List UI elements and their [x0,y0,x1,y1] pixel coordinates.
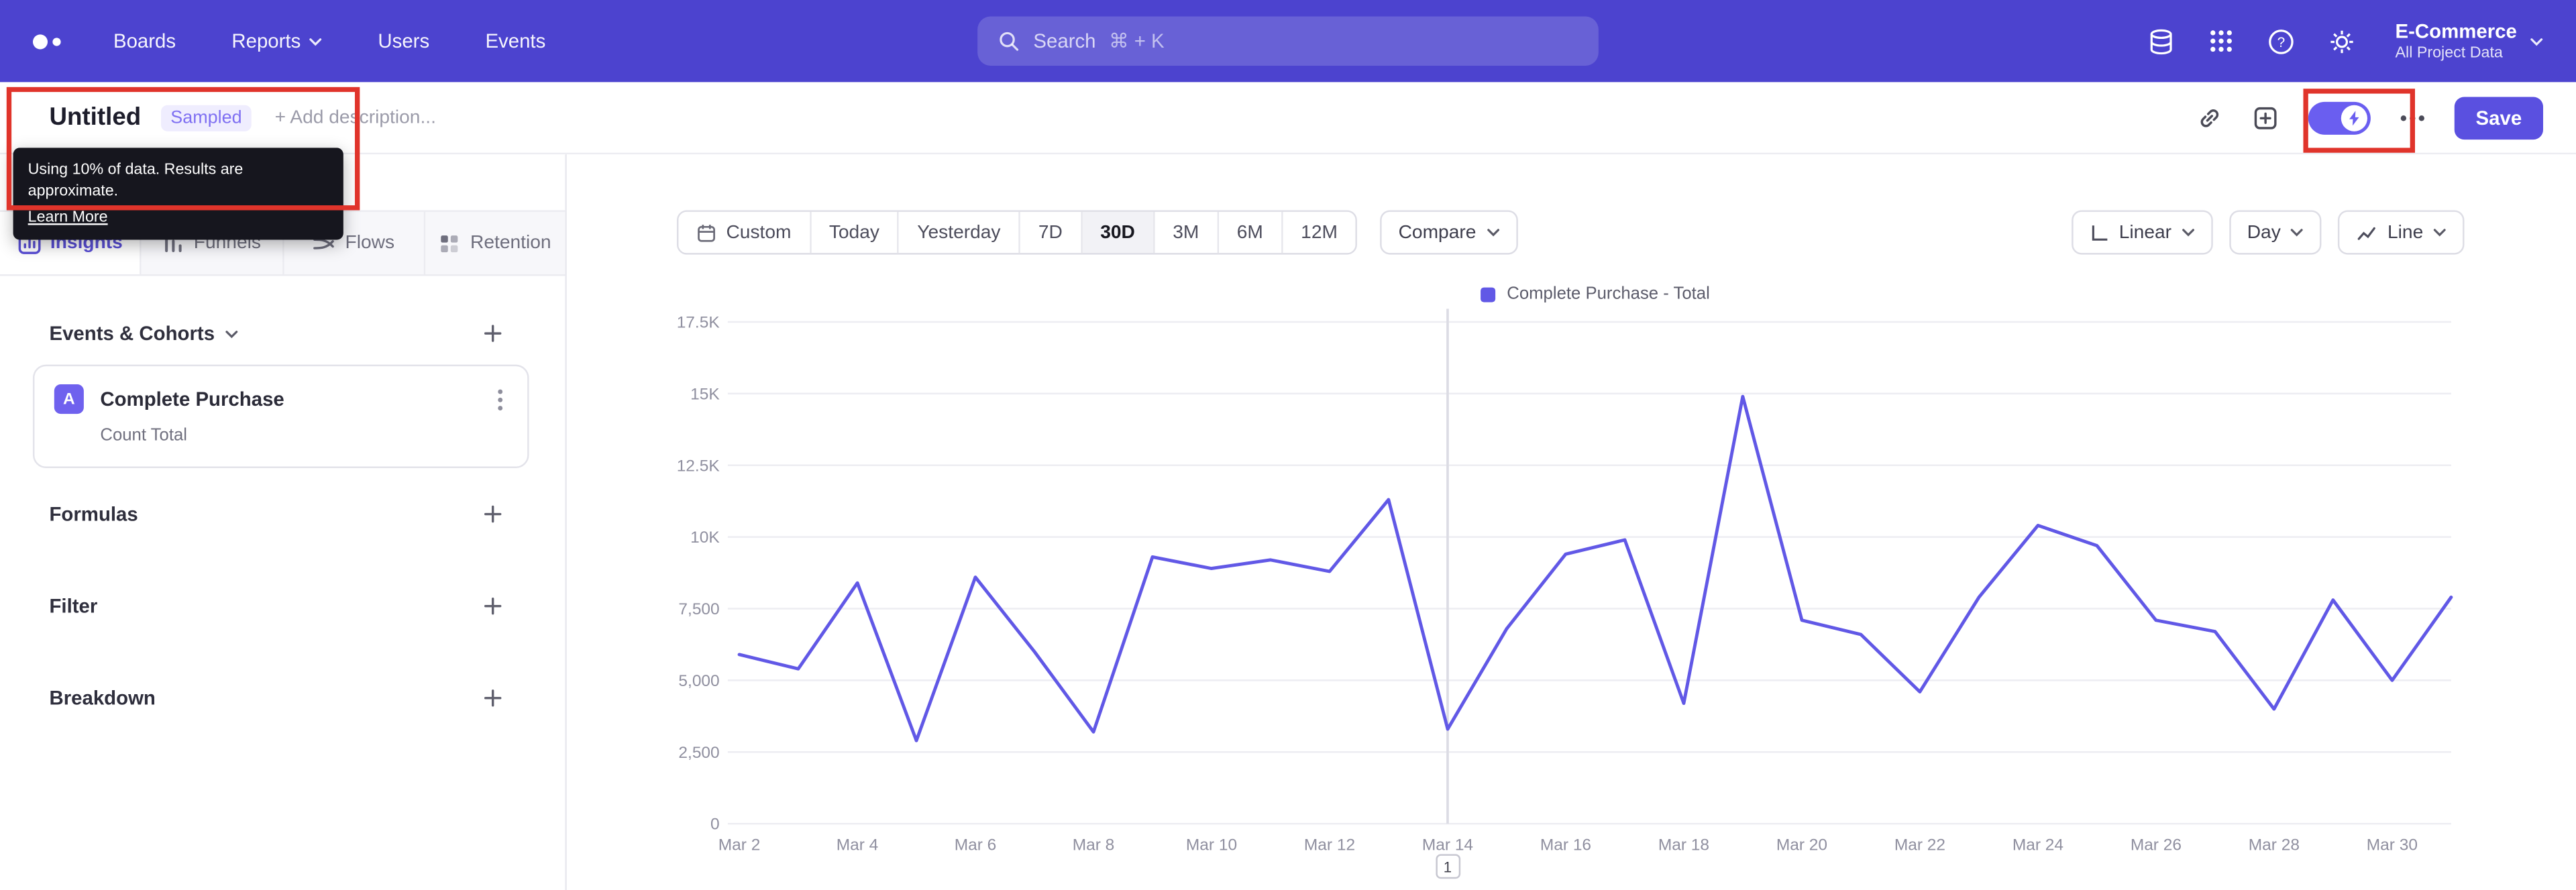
events-header-label: Events & Cohorts [49,322,215,345]
line-chart: 0 2,500 5,000 7,500 10K 12.5K 15K 17.5K Mar 2 Mar… [677,309,2453,854]
sampled-badge[interactable]: Sampled [160,104,252,131]
nav-events[interactable]: Events [485,30,545,52]
tab-retention[interactable]: Retention [425,211,566,274]
add-formula-button[interactable] [480,501,506,527]
navbar-right: ? E-Commerce All Project Data [2147,19,2543,63]
svg-text:Mar 30: Mar 30 [2367,836,2418,854]
svg-text:Mar 8: Mar 8 [1073,836,1115,854]
event-row: A Complete Purchase [54,384,508,414]
toggle-knob [2341,104,2367,131]
learn-more-link[interactable]: Learn More [28,207,108,229]
event-options-button[interactable] [493,388,508,410]
svg-text:10K: 10K [690,529,720,547]
more-options-icon[interactable] [2400,114,2425,121]
logo-dot-icon [32,34,48,49]
filter-label: Filter [49,594,98,618]
project-switcher[interactable]: E-Commerce All Project Data [2396,19,2543,63]
add-filter-button[interactable] [480,593,506,619]
svg-text:Mar 20: Mar 20 [1776,836,1827,854]
svg-text:17.5K: 17.5K [677,314,720,332]
event-letter-badge: A [54,384,84,414]
chevron-down-icon [225,329,237,338]
svg-text:Mar 24: Mar 24 [2012,836,2063,854]
plus-icon [484,597,502,615]
add-event-button[interactable] [480,321,506,347]
add-description[interactable]: + Add description... [275,107,436,127]
svg-text:15K: 15K [690,385,720,403]
svg-text:Mar 10: Mar 10 [1186,836,1237,854]
breakdown-section-header: Breakdown [49,685,506,711]
event-card[interactable]: A Complete Purchase Count Total [32,364,529,468]
svg-text:2,500: 2,500 [678,744,719,762]
help-icon[interactable]: ? [2267,27,2296,55]
top-navbar: Boards Reports Users Events Search ⌘ + K… [0,0,2576,82]
nav-boards[interactable]: Boards [113,30,176,52]
plus-icon [484,325,502,342]
add-breakdown-button[interactable] [480,685,506,711]
event-metric[interactable]: Count Total [100,425,507,445]
search-icon [1000,32,1019,51]
main-nav: Boards Reports Users Events [113,30,545,52]
tab-retention-label: Retention [470,233,551,254]
nav-reports[interactable]: Reports [231,30,322,52]
save-button[interactable]: Save [2454,96,2544,139]
report-header: Untitled Sampled + Add description... Sa… [0,82,2576,155]
retention-icon [441,234,458,252]
search-input[interactable]: Search ⌘ + K [977,16,1599,66]
sampling-toggle[interactable] [2308,101,2371,134]
breakdown-label: Breakdown [49,686,156,710]
filter-section-header: Filter [49,593,506,619]
svg-text:7,500: 7,500 [678,600,719,618]
svg-text:5,000: 5,000 [678,672,719,690]
nav-users[interactable]: Users [378,30,429,52]
svg-text:Mar 2: Mar 2 [718,836,761,854]
svg-text:Mar 28: Mar 28 [2249,836,2300,854]
svg-text:0: 0 [710,816,720,834]
svg-text:Mar 4: Mar 4 [837,836,879,854]
svg-text:Mar 6: Mar 6 [955,836,997,854]
lightning-bolt-icon [2349,110,2359,125]
logo-dot-icon [52,37,61,46]
events-header[interactable]: Events & Cohorts [49,322,237,345]
query-sidebar: Insights Funnels Flows Retention Events … [0,154,567,890]
svg-text:Mar 18: Mar 18 [1658,836,1709,854]
chevron-down-icon [309,37,322,46]
chart-annotation-chip[interactable]: 1 [1435,854,1460,879]
svg-text:?: ? [2277,34,2286,50]
chevron-down-icon [2530,37,2543,46]
apps-grid-icon[interactable] [2208,28,2234,54]
mixpanel-logo[interactable] [32,34,61,49]
formulas-label: Formulas [49,502,138,526]
svg-text:Mar 14: Mar 14 [1422,836,1473,854]
search-shortcut: ⌘ + K [1109,30,1165,53]
chart-panel: Custom Today Yesterday 7D 30D 3M 6M 12M … [566,154,2576,890]
app: Boards Reports Users Events Search ⌘ + K… [0,0,2576,890]
project-name: E-Commerce [2395,19,2517,42]
tooltip-text: Using 10% of data. Results are approxima… [28,161,244,201]
plus-icon [484,505,502,523]
plus-icon [484,689,502,707]
search-placeholder: Search [1033,30,1096,53]
svg-text:Mar 16: Mar 16 [1540,836,1591,854]
formulas-section-header: Formulas [49,501,506,527]
add-to-board-icon[interactable] [2252,105,2278,131]
events-section-header: Events & Cohorts [49,321,506,347]
tab-flows-label: Flows [345,233,395,254]
data-management-icon[interactable] [2147,27,2176,55]
svg-text:12.5K: 12.5K [677,457,720,475]
project-scope: All Project Data [2395,44,2503,62]
sampling-tooltip: Using 10% of data. Results are approxima… [13,148,343,240]
kebab-menu-icon [498,388,503,410]
svg-text:Mar 22: Mar 22 [1894,836,1945,854]
report-title[interactable]: Untitled [49,103,141,131]
settings-gear-icon[interactable] [2328,27,2356,55]
nav-reports-label: Reports [231,30,301,53]
header-actions: Save [2196,96,2544,139]
event-name[interactable]: Complete Purchase [100,388,284,410]
copy-link-icon[interactable] [2196,105,2222,131]
svg-text:Mar 26: Mar 26 [2131,836,2182,854]
svg-text:Mar 12: Mar 12 [1304,836,1355,854]
